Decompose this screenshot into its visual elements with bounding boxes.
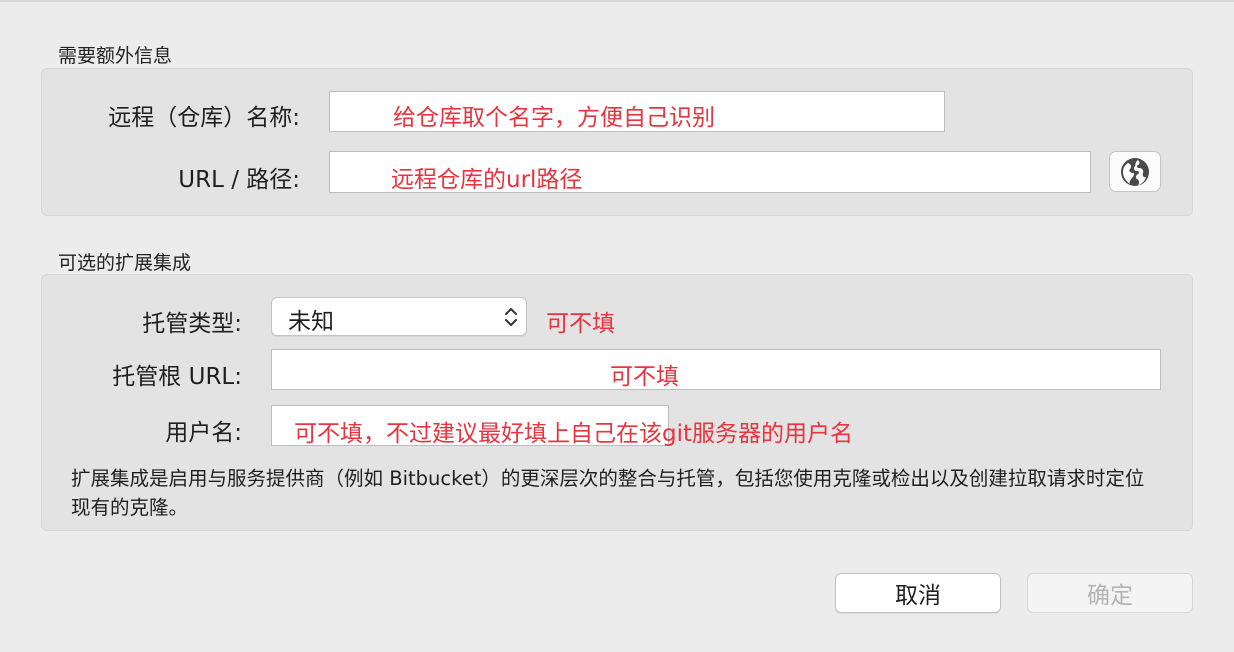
remote-name-annotation: 给仓库取个名字，方便自己识别: [393, 105, 715, 131]
hosting-root-label: 托管根 URL:: [112, 364, 242, 390]
hosting-type-value: 未知: [288, 309, 334, 335]
ok-button[interactable]: 确定: [1027, 573, 1193, 613]
remote-name-label: 远程（仓库）名称:: [108, 105, 300, 131]
hosting-type-annotation: 可不填: [546, 311, 615, 337]
hosting-type-select[interactable]: 未知: [271, 297, 527, 336]
hosting-root-annotation: 可不填: [610, 364, 679, 390]
browse-url-button[interactable]: [1109, 151, 1161, 192]
integration-description: 扩展集成是启用与服务提供商（例如 Bitbucket）的更深层次的整合与托管，包…: [71, 467, 1145, 519]
hosting-type-label: 托管类型:: [142, 311, 242, 337]
username-annotation: 可不填，不过建议最好填上自己在该git服务器的用户名: [294, 421, 854, 447]
optional-section-title: 可选的扩展集成: [58, 252, 192, 274]
username-label: 用户名:: [165, 420, 242, 446]
hosting-root-input[interactable]: [271, 349, 1161, 390]
required-section-title: 需要额外信息: [58, 45, 173, 67]
window-top-edge: [0, 0, 1234, 2]
chevron-updown-icon: [505, 308, 517, 326]
globe-icon: [1121, 157, 1149, 186]
url-annotation: 远程仓库的url路径: [391, 167, 583, 193]
cancel-button[interactable]: 取消: [835, 573, 1001, 613]
url-label: URL / 路径:: [178, 167, 300, 193]
